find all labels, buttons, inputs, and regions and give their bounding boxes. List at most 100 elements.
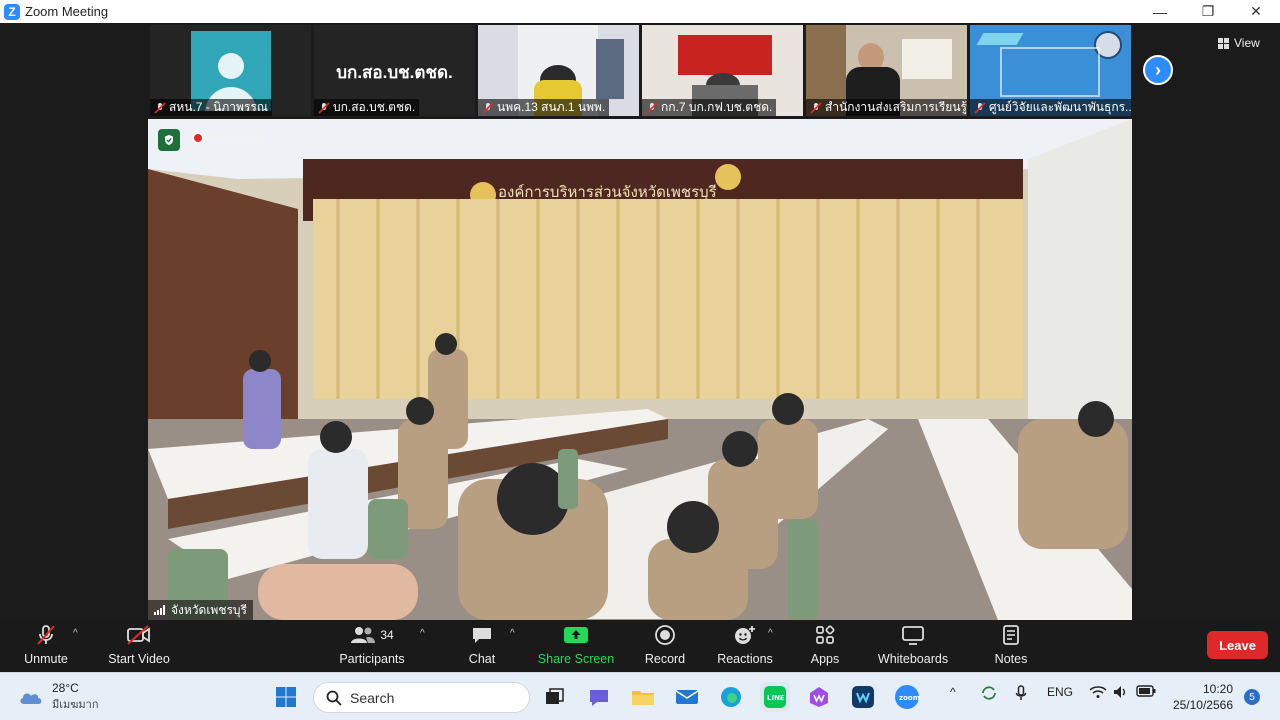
- mic-muted-icon: [810, 101, 822, 114]
- chat-button[interactable]: Chat: [461, 620, 503, 672]
- mail-icon[interactable]: [672, 682, 702, 712]
- reactions-button[interactable]: Reactions: [715, 620, 775, 672]
- speaker-name: จังหวัดเพชรบุรี: [171, 603, 247, 617]
- task-view-icon[interactable]: [539, 682, 569, 712]
- whiteboards-label: Whiteboards: [877, 652, 949, 666]
- mic-muted-icon: [974, 101, 986, 114]
- title-bar: Z Zoom Meeting — ❐ ✕: [0, 0, 1280, 23]
- close-button[interactable]: ✕: [1232, 0, 1280, 23]
- participants-options-caret-icon[interactable]: ^: [420, 628, 425, 639]
- zoom-app-icon[interactable]: zoom: [892, 682, 922, 712]
- active-speaker-label: จังหวัดเพชรบุรี: [148, 600, 253, 620]
- next-page-chevron-icon[interactable]: ›: [1143, 55, 1173, 85]
- apps-icon: [816, 625, 835, 644]
- cloud-icon: [20, 693, 42, 704]
- battery-icon[interactable]: [1136, 685, 1156, 700]
- participants-button[interactable]: 34 Participants: [336, 620, 408, 672]
- participants-label: Participants: [339, 652, 405, 666]
- audio-options-caret-icon[interactable]: ^: [73, 628, 78, 639]
- participant-name: นพค.13 สนภ.1 นพพ.: [497, 100, 606, 114]
- media-app-icon[interactable]: [848, 682, 878, 712]
- share-screen-icon: [564, 627, 588, 643]
- participant-name: บก.สอ.บช.ตชด.: [333, 100, 416, 114]
- participant-tile[interactable]: บก.สอ.บช.ตชด. บก.สอ.บช.ตชด.: [314, 25, 475, 116]
- meeting-area: สหน.7 - นิภาพรรณ บก.สอ.บช.ตชด. บก.สอ.บช.…: [0, 23, 1280, 620]
- share-screen-button[interactable]: Share Screen: [536, 620, 616, 672]
- microphone-icon[interactable]: [1015, 685, 1027, 704]
- participants-icon: [351, 627, 376, 643]
- chat-label: Chat: [468, 652, 496, 666]
- main-video[interactable]: องค์การบริหารส่วนจังหวัดเพชรบุรี Recordi…: [148, 119, 1132, 620]
- clock-date: 25/10/2566: [1172, 698, 1233, 712]
- notes-icon: [1003, 625, 1019, 645]
- participant-tile[interactable]: สำนักงานส่งเสริมการเรียนรู้...: [806, 25, 967, 116]
- record-icon: [655, 625, 675, 645]
- participant-name: ศูนย์วิจัยและพัฒนาพันธุกร...: [989, 100, 1131, 114]
- view-button[interactable]: View: [1218, 33, 1260, 53]
- teams-chat-icon[interactable]: [584, 682, 614, 712]
- unmute-label: Unmute: [24, 652, 68, 666]
- record-label: Record: [644, 652, 686, 666]
- start-button[interactable]: [271, 682, 301, 712]
- leave-button[interactable]: Leave: [1207, 631, 1268, 659]
- security-shield-icon[interactable]: [158, 129, 180, 151]
- minimize-button[interactable]: —: [1136, 0, 1184, 23]
- line-app-icon[interactable]: LINE: [760, 682, 790, 712]
- taskbar-search-box[interactable]: Search: [313, 682, 530, 713]
- apps-button[interactable]: Apps: [805, 620, 845, 672]
- language-indicator[interactable]: ENG: [1047, 685, 1073, 699]
- unmute-button[interactable]: Unmute: [20, 620, 72, 672]
- file-explorer-icon[interactable]: [628, 682, 658, 712]
- volume-icon[interactable]: [1112, 685, 1130, 702]
- participant-name: สำนักงานส่งเสริมการเรียนรู้...: [825, 100, 967, 114]
- chat-icon: [473, 628, 491, 643]
- sync-icon[interactable]: [980, 685, 998, 704]
- restore-button[interactable]: ❐: [1184, 0, 1232, 23]
- participant-tile[interactable]: นพค.13 สนภ.1 นพพ.: [478, 25, 639, 116]
- wifi-icon[interactable]: [1089, 685, 1107, 702]
- notes-label: Notes: [994, 652, 1028, 666]
- mic-muted-icon: [154, 101, 166, 114]
- mic-muted-icon: [318, 101, 330, 114]
- start-video-label: Start Video: [108, 652, 170, 666]
- participant-tile[interactable]: ศูนย์วิจัยและพัฒนาพันธุกร...: [970, 25, 1131, 116]
- wps-office-icon[interactable]: [804, 682, 834, 712]
- signal-strength-icon: [154, 605, 165, 615]
- edge-browser-icon[interactable]: [716, 682, 746, 712]
- participant-tile[interactable]: สหน.7 - นิภาพรรณ: [150, 25, 311, 116]
- recording-indicator: Recording: [192, 131, 264, 145]
- grid-view-icon: [1218, 37, 1229, 49]
- search-icon: [326, 690, 342, 706]
- start-video-button[interactable]: Start Video: [103, 620, 175, 672]
- participants-count: 34: [380, 628, 394, 642]
- mic-muted-icon: [37, 625, 55, 645]
- participant-name: สหน.7 - นิภาพรรณ: [169, 100, 268, 114]
- show-hidden-icons-chevron-icon[interactable]: ^: [950, 685, 956, 699]
- clock-time: 10:20: [1202, 682, 1233, 696]
- svg-text:LINE: LINE: [767, 694, 785, 702]
- weather-desc: มีเมฆมาก: [52, 699, 99, 711]
- whiteboard-icon: [902, 626, 924, 645]
- view-label: View: [1234, 36, 1260, 50]
- conference-room-scene: องค์การบริหารส่วนจังหวัดเพชรบุรี: [148, 119, 1132, 620]
- reactions-options-caret-icon[interactable]: ^: [768, 628, 773, 639]
- chat-options-caret-icon[interactable]: ^: [510, 628, 515, 639]
- notes-button[interactable]: Notes: [991, 620, 1031, 672]
- zoom-logo-icon: Z: [4, 3, 20, 20]
- apps-label: Apps: [810, 652, 840, 666]
- record-button[interactable]: Record: [640, 620, 690, 672]
- weather-widget[interactable]: 28°C มีเมฆมาก: [18, 681, 99, 713]
- system-clock[interactable]: 10:20 25/10/2566: [1173, 681, 1233, 713]
- mic-muted-icon: [482, 101, 494, 114]
- participant-tile[interactable]: กก.7 บก.กฟ.บช.ตชด.: [642, 25, 803, 116]
- whiteboards-button[interactable]: Whiteboards: [873, 620, 953, 672]
- mic-muted-icon: [646, 101, 658, 114]
- notification-badge[interactable]: 5: [1244, 689, 1260, 705]
- windows-taskbar: 28°C มีเมฆมาก Search LINE zoom ^ ENG 10:…: [0, 672, 1280, 720]
- participant-display-text: บก.สอ.บช.ตชด.: [336, 63, 453, 82]
- svg-text:zoom: zoom: [899, 694, 920, 702]
- meeting-toolbar: Unmute ^ Start Video 34 Participants ^ C…: [0, 620, 1280, 672]
- video-off-icon: [127, 625, 150, 645]
- participant-strip: สหน.7 - นิภาพรรณ บก.สอ.บช.ตชด. บก.สอ.บช.…: [150, 25, 1131, 116]
- windows-logo-icon: [276, 687, 296, 707]
